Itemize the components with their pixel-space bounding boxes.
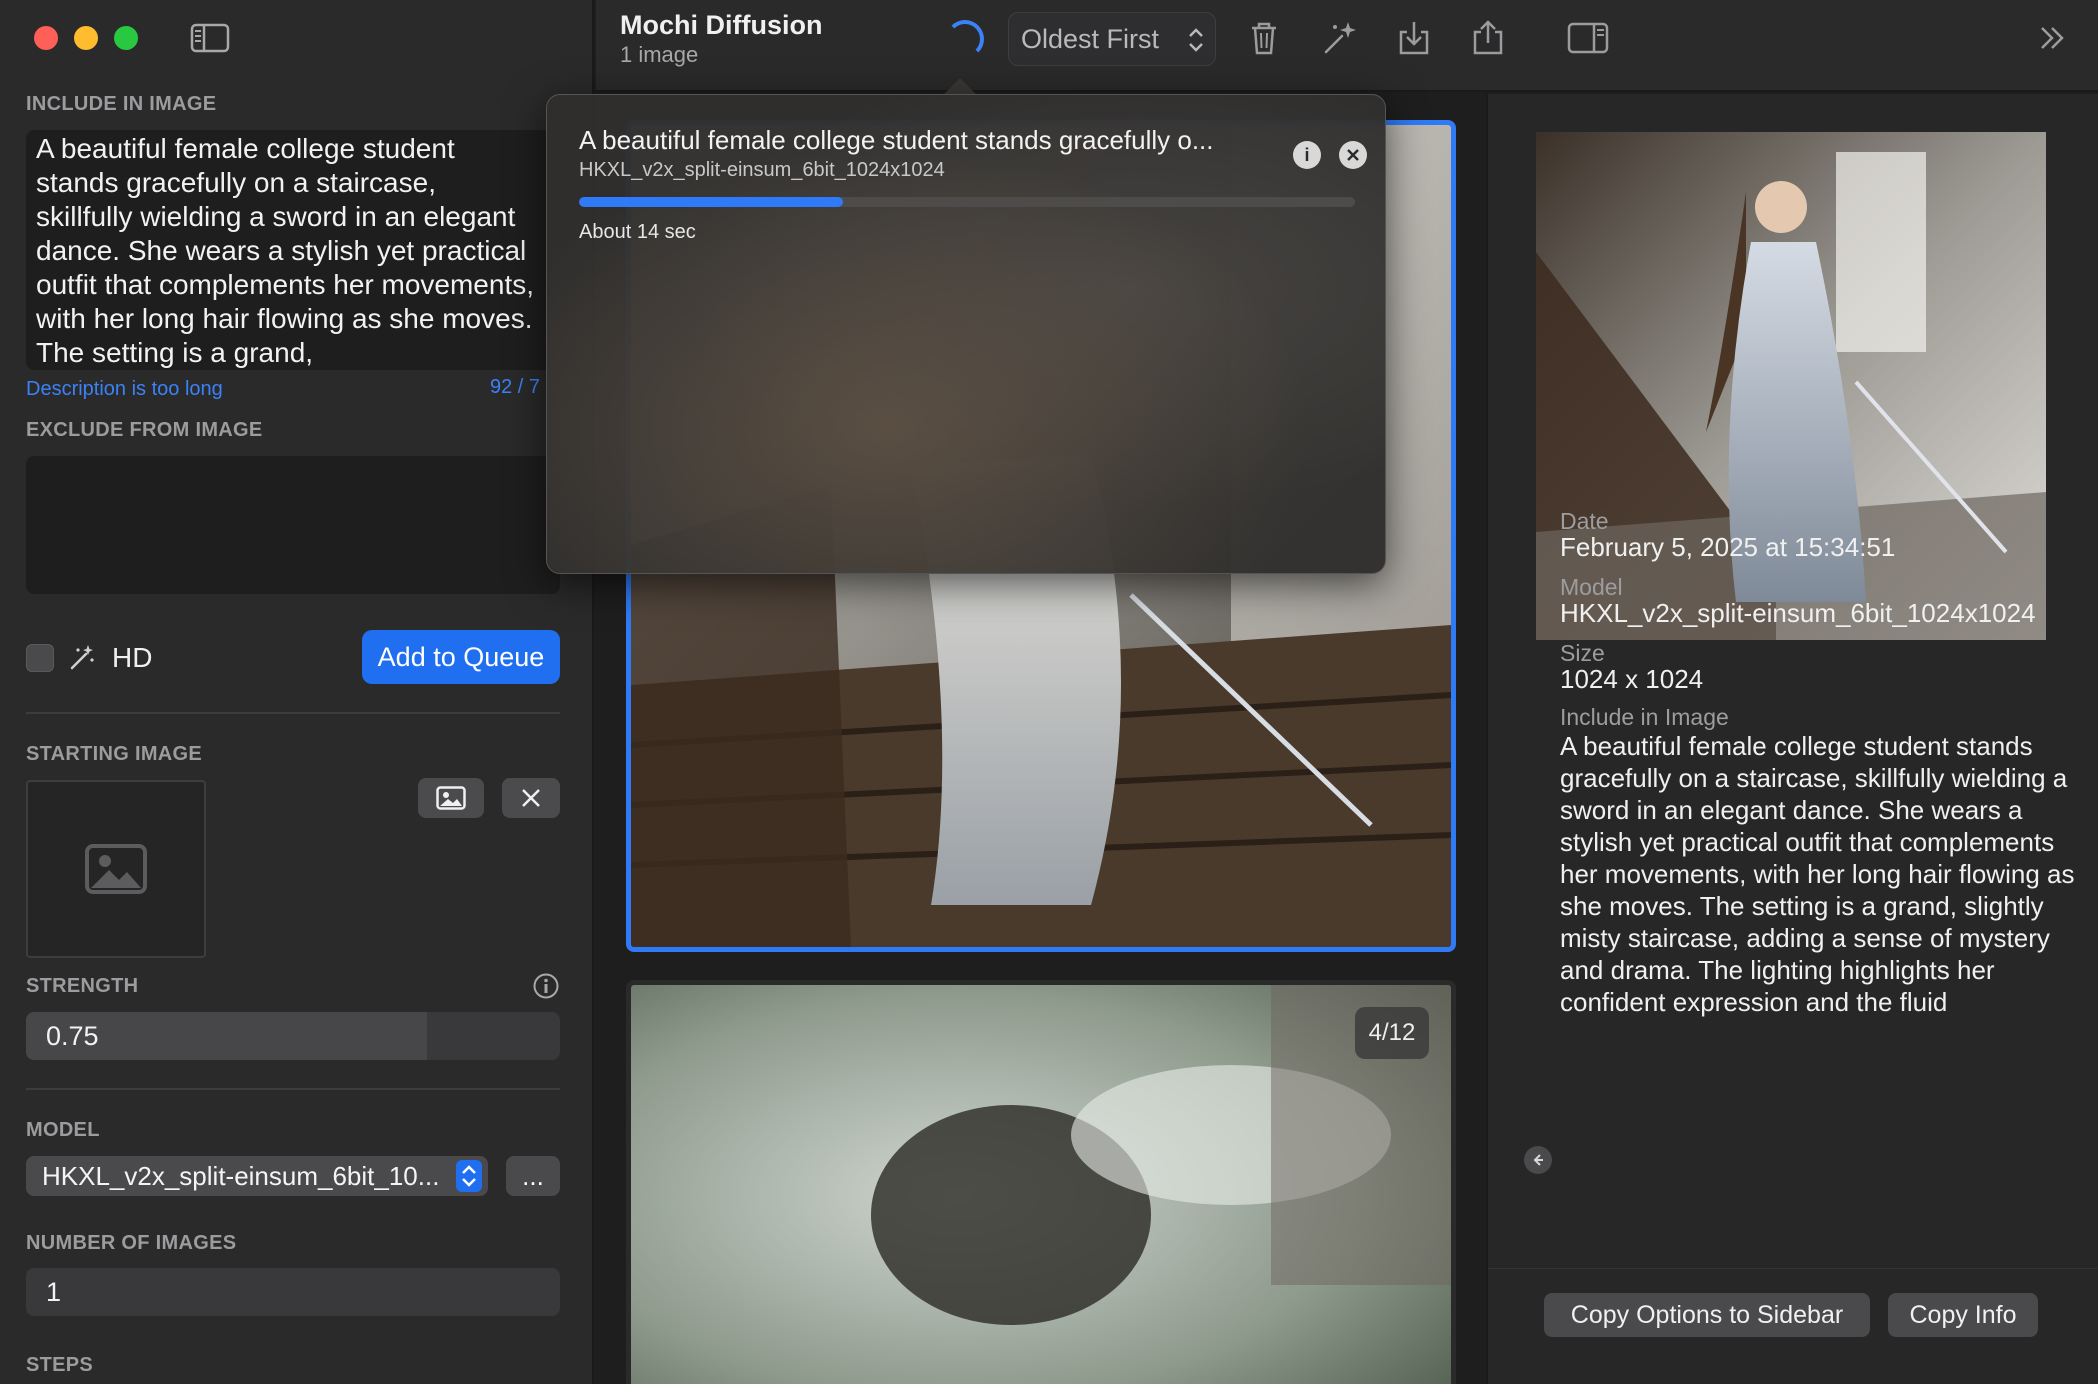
info-icon[interactable] [532,972,560,1000]
include-label: Include in Image [1560,704,1729,730]
model-label: Model [1560,574,1623,600]
generation-progress-bar [579,197,1355,207]
eta-text: About 14 sec [579,221,696,243]
strength-label: STRENGTH [26,975,139,997]
sort-order-value: Oldest First [1021,23,1160,54]
num-images-label: NUMBER OF IMAGES [26,1232,237,1254]
divider [26,1088,560,1090]
date-label: Date [1560,508,1609,534]
include-value: A beautiful female college student stand… [1560,731,2075,1017]
inspector-toggle-spacer [1172,18,1216,58]
model-more-button[interactable]: ... [506,1156,560,1196]
model-stepper-icon[interactable] [456,1160,482,1192]
starting-image-dropzone[interactable] [26,780,206,958]
inspector-panel: Date February 5, 2025 at 15:34:51 Model … [1486,94,2098,1384]
inspector-image-preview [1536,132,2046,640]
add-to-queue-button[interactable]: Add to Queue [362,630,560,684]
sidebar: INCLUDE IN IMAGE A beautiful female coll… [0,0,594,1384]
info-icon[interactable]: i [1293,141,1321,169]
window-controls [34,26,138,50]
divider [26,712,560,714]
size-value: 1024 x 1024 [1560,664,1704,694]
num-images-field[interactable]: 1 [26,1268,560,1316]
steps-label: STEPS [26,1354,94,1376]
prompt-warning: Description is too long [26,378,223,400]
clear-image-button[interactable] [502,778,560,818]
inspector-image[interactable] [1536,132,2046,640]
hd-checkbox[interactable] [26,644,54,672]
model-select-value: HKXL_v2x_split-einsum_6bit_10... [42,1160,440,1191]
include-label: INCLUDE IN IMAGE [26,93,217,115]
strength-value: 0.75 [46,1020,99,1051]
model-label: MODEL [26,1119,100,1141]
queue-item-title: A beautiful female college student stand… [579,125,1214,155]
progress-popover: A beautiful female college student stand… [546,94,1386,574]
toolbar: Mochi Diffusion 1 image Oldest First [596,0,2098,92]
magic-wand-icon[interactable] [1320,18,1360,58]
generation-progress-fill [579,197,843,207]
prompt-token-count: 92 / 7 [490,376,541,398]
queue-item-model: HKXL_v2x_split-einsum_6bit_1024x1024 [579,159,945,181]
copy-info-button[interactable]: Copy Info [1888,1293,2038,1337]
inspector-toggle-icon[interactable] [1566,18,1610,58]
close-window-button[interactable] [34,26,58,50]
sparkles-icon [66,642,96,672]
minimize-window-button[interactable] [74,26,98,50]
trash-icon[interactable] [1244,18,1284,58]
image-placeholder-icon [85,844,147,894]
chevron-double-right-icon[interactable] [2032,18,2072,58]
download-icon[interactable] [1394,18,1434,58]
photo-icon [436,786,466,810]
sidebar-toggle-icon[interactable] [190,22,230,54]
inspector-footer: Copy Options to Sidebar Copy Info [1488,1268,2098,1384]
starting-image-label: STARTING IMAGE [26,743,203,765]
app-title: Mochi Diffusion [620,10,823,40]
generated-image-preview [631,985,1451,1384]
prompt-input[interactable]: A beautiful female college student stand… [26,130,546,370]
progress-spinner-icon[interactable] [946,20,984,58]
zoom-window-button[interactable] [114,26,138,50]
close-icon [522,789,540,807]
model-select[interactable]: HKXL_v2x_split-einsum_6bit_10... [26,1156,488,1196]
popover-arrow [944,78,976,94]
share-icon[interactable] [1468,18,1508,58]
gallery-image[interactable]: 4/12 [626,980,1456,1384]
copy-options-button[interactable]: Copy Options to Sidebar [1544,1293,1870,1337]
strength-slider[interactable]: 0.75 [26,1012,560,1060]
model-value: HKXL_v2x_split-einsum_6bit_1024x1024 [1560,598,2036,628]
cancel-icon[interactable] [1339,141,1367,169]
negative-prompt-input[interactable] [26,456,560,594]
size-label: Size [1560,640,1605,666]
image-count: 1 image [620,42,699,67]
exclude-label: EXCLUDE FROM IMAGE [26,419,263,441]
num-images-value: 1 [46,1276,62,1307]
hd-label: HD [112,642,153,673]
choose-image-button[interactable] [418,778,484,818]
image-counter-badge: 4/12 [1355,1007,1429,1059]
date-value: February 5, 2025 at 15:34:51 [1560,532,1896,562]
arrow-left-icon[interactable] [1524,1146,1552,1174]
